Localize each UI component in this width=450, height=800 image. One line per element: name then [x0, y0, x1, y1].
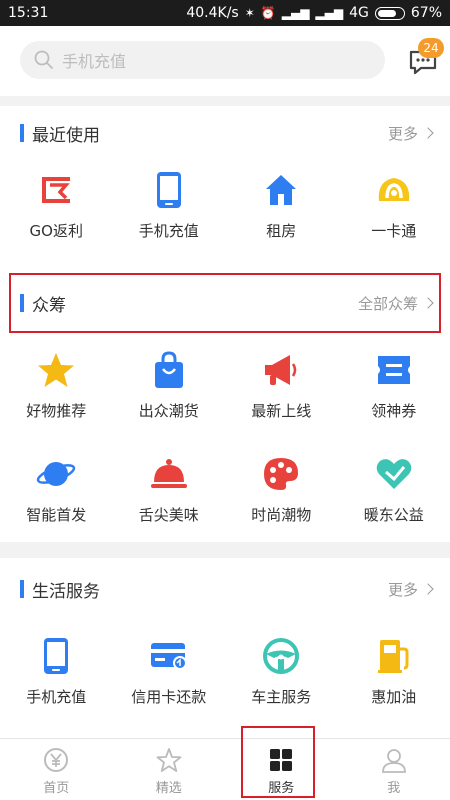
status-time: 15:31 [8, 5, 49, 21]
message-badge: 24 [418, 38, 444, 58]
steering-wheel-icon [261, 636, 301, 676]
search-placeholder: 手机充值 [62, 52, 127, 71]
life-services-more-link[interactable]: 更多 [388, 579, 434, 600]
heart-icon [374, 454, 414, 494]
status-speed: 40.4K/s [186, 5, 239, 21]
crowd-item-coupon[interactable]: 领神券 [338, 350, 450, 421]
header: 手机充值 24 [0, 26, 450, 96]
planet-icon [36, 454, 76, 494]
shopping-bag-icon [149, 350, 189, 390]
mute-icon: ✶ [244, 6, 255, 20]
recent-item-fanli[interactable]: GO返利 [0, 170, 113, 241]
tab-home[interactable]: 首页 [0, 739, 113, 800]
crowdfunding-all-link[interactable]: 全部众筹 [358, 293, 434, 314]
card-icon [374, 170, 414, 210]
signal-icon: ▂▄▆ [281, 6, 310, 20]
recent-item-phone-recharge[interactable]: 手机充值 [113, 170, 226, 241]
phone-icon [149, 170, 189, 210]
phone-icon [36, 636, 76, 676]
recent-item-card[interactable]: 一卡通 [338, 170, 450, 241]
life-services-title: 生活服务 [32, 581, 100, 602]
recent-header: 最近使用 更多 [0, 106, 450, 160]
battery-icon [374, 6, 405, 20]
crowdfunding-header[interactable]: 众筹 全部众筹 [0, 276, 450, 330]
recent-more-link[interactable]: 更多 [388, 123, 434, 144]
crowd-item-trendy-goods[interactable]: 出众潮货 [113, 350, 226, 421]
star-icon [36, 350, 76, 390]
chevron-right-icon [422, 297, 434, 309]
recent-title: 最近使用 [32, 125, 100, 146]
tab-services[interactable]: 服务 [225, 739, 338, 800]
crowdfunding-title: 众筹 [32, 295, 66, 316]
megaphone-icon [261, 350, 301, 390]
star-outline-icon [156, 748, 182, 772]
life-item-fuel[interactable]: 惠加油 [338, 636, 450, 707]
life-services-header: 生活服务 更多 [0, 562, 450, 616]
coupon-icon [374, 350, 414, 390]
fuel-pump-icon [374, 636, 414, 676]
alarm-icon: ⏰ [260, 6, 276, 20]
life-item-car-owner[interactable]: 车主服务 [225, 636, 338, 707]
crowd-item-new-arrivals[interactable]: 最新上线 [225, 350, 338, 421]
home-yen-icon [44, 748, 69, 772]
crowd-item-fashion[interactable]: 时尚潮物 [225, 454, 338, 525]
life-item-credit-card[interactable]: 信用卡还款 [113, 636, 226, 707]
signal-icon-2: ▂▄▆ [315, 6, 344, 20]
crowd-item-charity[interactable]: 暖东公益 [338, 454, 450, 525]
status-bar: 15:31 40.4K/s ✶ ⏰ ▂▄▆ ▂▄▆ 4G 67% [0, 0, 450, 26]
tab-featured[interactable]: 精选 [113, 739, 226, 800]
search-input[interactable]: 手机充值 [20, 41, 385, 79]
crowd-item-smart-launch[interactable]: 智能首发 [0, 454, 113, 525]
grid-icon [270, 749, 293, 771]
search-icon [34, 50, 53, 69]
crowd-item-food[interactable]: 舌尖美味 [113, 454, 226, 525]
life-services-section: 生活服务 更多 手机充值 信用卡还款 车主服务 惠加油 [0, 558, 450, 738]
recent-section: 最近使用 更多 GO返利 手机充值 租房 一卡通 [0, 106, 450, 262]
chevron-right-icon [422, 127, 434, 139]
status-network: 4G [349, 5, 369, 21]
status-battery: 67% [410, 5, 442, 21]
crowd-item-recommend[interactable]: 好物推荐 [0, 350, 113, 421]
fanli-icon [36, 170, 76, 210]
user-icon [381, 749, 406, 773]
recent-item-rent[interactable]: 租房 [225, 170, 338, 241]
chevron-right-icon [422, 583, 434, 595]
crowdfunding-section: 众筹 全部众筹 好物推荐 出众潮货 最新上线 领神券 智能首发 舌尖美味 时尚潮… [0, 262, 450, 542]
palette-icon [261, 454, 301, 494]
cloche-icon [149, 454, 189, 494]
bottom-tab-bar: 首页 精选 服务 我 [0, 738, 450, 800]
life-item-phone-recharge[interactable]: 手机充值 [0, 636, 113, 707]
credit-card-icon [149, 636, 189, 676]
tab-me[interactable]: 我 [338, 739, 450, 800]
house-icon [261, 170, 301, 210]
